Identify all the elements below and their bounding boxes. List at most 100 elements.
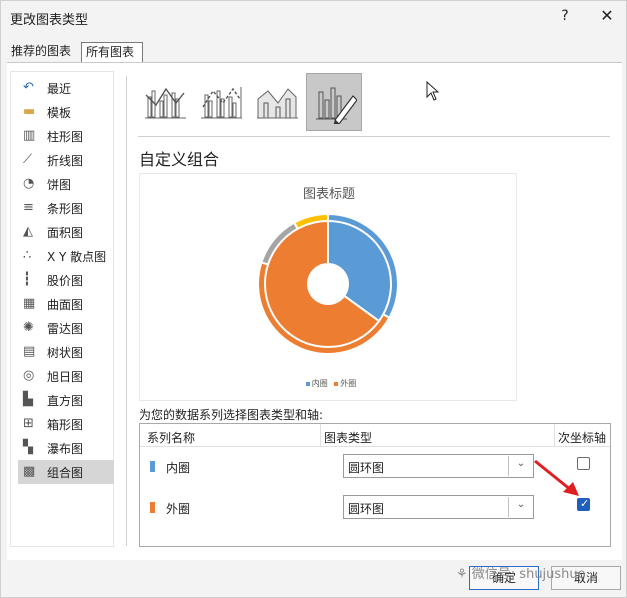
chart-preview: 图表标题 内圈 外圈 [139,173,517,401]
subtype-custom-combination[interactable] [306,73,362,131]
legend-swatch-outer [334,381,339,386]
series-name-inner: 内圈 [166,461,191,475]
stock-chart-icon: ┇ [23,272,31,287]
header-series-name: 系列名称 [147,431,196,445]
preview-chart-title: 图表标题 [302,187,355,202]
sidebar-item-label: 雷达图 [47,322,84,336]
radar-chart-icon: ✺ [23,320,34,335]
header-rule [140,446,610,447]
sidebar-item-label: 瀑布图 [47,442,84,456]
box-whisker-chart-icon: ⊞ [23,416,34,431]
combo-divider [508,497,509,517]
watermark: ⚘ 微信号: shujushuo [456,563,586,582]
header-secondary-axis: 次坐标轴 [558,431,607,445]
sidebar-item-label: 直方图 [47,394,84,408]
tab-all-charts[interactable]: 所有图表 [81,42,143,62]
chart-type-select-inner[interactable]: 圆环图 ⌄ [343,454,534,478]
tab-recommended-charts[interactable]: 推荐的图表 [7,42,81,62]
panel-divider [126,76,127,546]
sidebar-item-treemap-chart[interactable]: ▤ 树状图 [18,340,114,364]
area-chart-icon: ◭ [23,224,33,239]
chart-type-value: 圆环图 [348,461,385,475]
sidebar-item-waterfall-chart[interactable]: ▚ 瀑布图 [18,436,114,460]
sidebar-item-label: X Y 散点图 [47,250,107,264]
sidebar-item-sunburst-chart[interactable]: ◎ 旭日图 [18,364,114,388]
surface-chart-icon: ▦ [23,296,36,311]
help-button[interactable]: ? [554,5,576,27]
folder-icon: ▬ [23,104,36,119]
legend-label-inner: 内圈 [311,379,328,388]
sidebar-item-label: 旭日图 [47,370,84,384]
bar-chart-icon: ≡ [23,200,34,215]
sidebar-item-line-chart[interactable]: ⟋ 折线图 [18,148,114,172]
series-name-outer: 外圈 [166,502,191,516]
header-divider [320,424,321,446]
sidebar-item-label: 树状图 [47,346,84,360]
sidebar-item-label: 饼图 [47,178,72,192]
sidebar-item-recent[interactable]: ↶ 最近 [18,76,114,100]
gallery-divider [138,136,610,137]
series-color-outer [150,502,155,513]
pie-chart-icon: ◔ [23,176,35,191]
sidebar-item-label: 曲面图 [47,298,84,312]
combo-divider [508,456,509,476]
red-arrow-annotation-icon [534,459,579,496]
title-bar: 更改图表类型 ? ✕ [1,1,627,33]
wechat-icon: ⚘ [456,567,468,582]
clustered-column-line-secondary-icon [201,87,242,119]
chart-type-value: 圆环图 [348,502,385,516]
sidebar-item-label: 柱形图 [47,130,84,144]
legend-swatch-inner [305,381,310,386]
treemap-chart-icon: ▤ [23,344,36,359]
sidebar-item-label: 折线图 [47,154,84,168]
recent-icon: ↶ [23,80,34,95]
chevron-down-icon[interactable]: ⌄ [512,458,530,474]
stacked-area-column-icon [257,88,298,119]
close-button[interactable]: ✕ [596,5,618,27]
chart-type-select-outer[interactable]: 圆环图 ⌄ [343,495,534,519]
column-chart-icon: ▥ [23,128,36,143]
sidebar-item-column-chart[interactable]: ▥ 柱形图 [18,124,114,148]
sidebar-item-label: 箱形图 [47,418,84,432]
chevron-down-icon[interactable]: ⌄ [512,499,530,515]
clustered-column-line-icon [145,87,186,119]
sidebar-item-combo-chart[interactable]: ▩ 组合图 [18,460,114,484]
sidebar-item-label: 模板 [47,106,72,120]
sidebar-item-label: 条形图 [47,202,84,216]
change-chart-type-dialog: 更改图表类型 ? ✕ 推荐的图表 所有图表 ↶ 最近 ▬ 模板 ▥ 柱形图 ⟋ 折线图 ◔ 饼图 ≡… [0,0,627,598]
combo-chart-icon: ▩ [23,464,36,479]
dialog-title: 更改图表类型 [10,13,89,28]
doughnut-chart [257,214,399,355]
subtype-stacked-area-column[interactable] [250,73,306,131]
subtype-clustered-column-line-secondary[interactable] [194,73,250,131]
custom-combination-icon [316,87,357,124]
sidebar-item-label: 组合图 [47,466,84,480]
sidebar-item-bar-chart[interactable]: ≡ 条形图 [18,196,114,220]
chart-category-list: ↶ 最近 ▬ 模板 ▥ 柱形图 ⟋ 折线图 ◔ 饼图 ≡ 条形图 ◭ 面积图 ∴ X Y 散点图 ┇ 股价图 ▦ 曲面… [10,71,114,547]
series-prompt: 为您的数据系列选择图表类型和轴: [139,408,324,422]
section-title: 自定义组合 [139,150,220,169]
preview-legend: 内圈 外圈 [140,378,518,389]
sidebar-item-pie-chart[interactable]: ◔ 饼图 [18,172,114,196]
sidebar-item-area-chart[interactable]: ◭ 面积图 [18,220,114,244]
sidebar-item-label: 最近 [47,82,72,96]
line-chart-icon: ⟋ [23,152,33,167]
series-color-inner [150,461,155,472]
header-chart-type: 图表类型 [324,431,373,445]
legend-label-outer: 外圈 [340,379,357,388]
sidebar-item-scatter-chart[interactable]: ∴ X Y 散点图 [18,244,114,268]
sidebar-item-surface-chart[interactable]: ▦ 曲面图 [18,292,114,316]
sidebar-item-folder[interactable]: ▬ 模板 [18,100,114,124]
sidebar-item-stock-chart[interactable]: ┇ 股价图 [18,268,114,292]
scatter-chart-icon: ∴ [23,248,32,263]
sidebar-item-box-whisker-chart[interactable]: ⊞ 箱形图 [18,412,114,436]
sidebar-item-label: 面积图 [47,226,84,240]
sidebar-item-label: 股价图 [47,274,84,288]
histogram-chart-icon: ▙ [23,392,33,407]
waterfall-chart-icon: ▚ [23,440,33,455]
sidebar-item-radar-chart[interactable]: ✺ 雷达图 [18,316,114,340]
subtype-clustered-column-line[interactable] [138,73,194,131]
mouse-cursor-icon [426,81,440,101]
sidebar-item-histogram-chart[interactable]: ▙ 直方图 [18,388,114,412]
sunburst-chart-icon: ◎ [23,368,35,383]
